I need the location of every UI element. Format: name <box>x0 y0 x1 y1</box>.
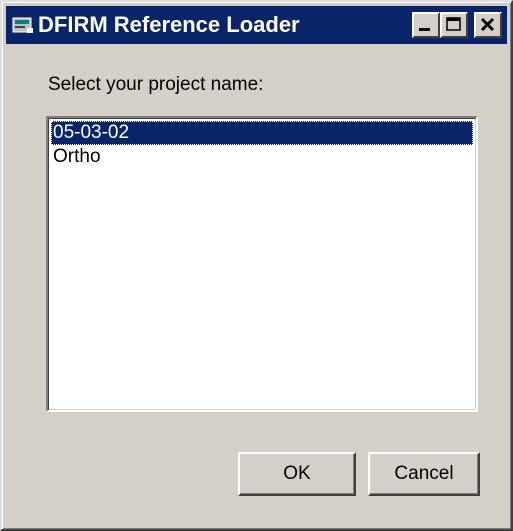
app-icon <box>12 16 34 34</box>
minimize-button[interactable] <box>412 12 440 38</box>
window-title: DFIRM Reference Loader <box>38 12 300 37</box>
list-item[interactable]: 05-03-02 <box>51 121 473 145</box>
title-bar[interactable]: DFIRM Reference Loader <box>6 6 507 44</box>
project-prompt-label: Select your project name: <box>48 74 264 95</box>
project-listbox[interactable]: 05-03-02 Ortho <box>46 116 478 412</box>
close-button[interactable] <box>474 12 502 38</box>
cancel-button[interactable]: Cancel <box>368 452 480 496</box>
ok-button[interactable]: OK <box>238 452 356 496</box>
maximize-button[interactable] <box>440 12 468 38</box>
list-item[interactable]: Ortho <box>51 145 473 169</box>
dialog-window: DFIRM Reference Loader Select your proje… <box>0 0 513 531</box>
